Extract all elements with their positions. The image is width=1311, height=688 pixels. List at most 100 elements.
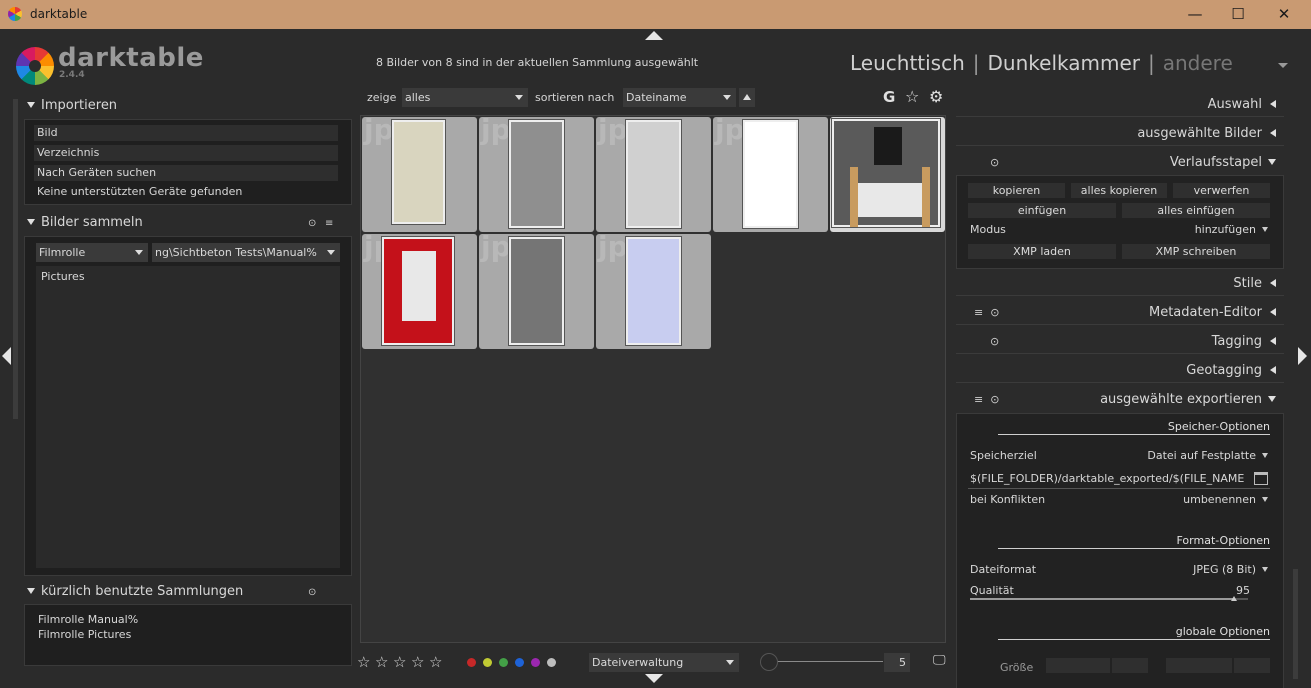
layout-select[interactable]: Dateiverwaltung xyxy=(589,653,739,672)
sort-select[interactable]: Dateiname xyxy=(623,88,736,107)
max-width-spin[interactable] xyxy=(1112,658,1148,673)
select-title: Auswahl xyxy=(1207,97,1262,112)
star-rating-3-icon[interactable]: ☆ xyxy=(393,653,406,671)
right-panel-toggle-icon[interactable] xyxy=(1298,347,1307,365)
top-panel-toggle-icon[interactable] xyxy=(645,31,663,40)
color-label-icon[interactable] xyxy=(515,658,524,667)
target-storage-select[interactable]: Datei auf Festplatte xyxy=(1110,449,1268,462)
thumbnail[interactable] xyxy=(830,117,945,232)
paste-all-button[interactable]: alles einfügen xyxy=(1122,203,1270,218)
star-overlay-icon[interactable]: ☆ xyxy=(905,87,919,106)
select-module[interactable]: Auswahl xyxy=(956,93,1284,117)
mode-select[interactable]: hinzufügen xyxy=(1150,223,1268,236)
zoom-entry[interactable]: 5 xyxy=(884,653,910,672)
copy-all-button[interactable]: alles kopieren xyxy=(1071,183,1167,198)
folder-browse-icon[interactable] xyxy=(1254,472,1268,485)
star-rating-4-icon[interactable]: ☆ xyxy=(411,653,424,671)
view-switcher: Leuchttisch | Dunkelkammer | andere xyxy=(850,51,1233,75)
window-titlebar: darktable — ☐ ✕ xyxy=(0,0,1311,29)
color-label-icon[interactable] xyxy=(499,658,508,667)
reset-icon[interactable]: ⊙ xyxy=(308,218,316,229)
presets-icon[interactable]: ≡ ⊙ xyxy=(974,393,999,406)
recent-item[interactable]: Filmrolle Pictures xyxy=(38,628,131,641)
thumbnail[interactable]: jp xyxy=(479,117,594,232)
paste-button[interactable]: einfügen xyxy=(968,203,1116,218)
selected-images-module[interactable]: ausgewählte Bilder xyxy=(956,122,1284,146)
color-label-icon[interactable] xyxy=(531,658,540,667)
reset-icon[interactable]: ⊙ xyxy=(990,335,999,348)
target-storage-label: Speicherziel xyxy=(970,449,1037,462)
maximize-button[interactable]: ☐ xyxy=(1215,0,1261,29)
thumbnail-image xyxy=(626,120,681,228)
app-main: darktable 2.4.4 8 Bilder von 8 sind in d… xyxy=(0,29,1311,688)
collect-path-value: ng\Sichtbeton Tests\Manual% xyxy=(155,246,317,259)
max-width-input[interactable] xyxy=(1046,658,1110,673)
show-filter-select[interactable]: alles xyxy=(402,88,528,107)
app-icon xyxy=(8,7,22,21)
quality-slider-handle[interactable] xyxy=(1231,596,1237,601)
gear-icon[interactable]: ⚙ xyxy=(929,87,943,106)
view-dropdown-icon[interactable] xyxy=(1278,63,1288,68)
thumbnail[interactable]: jp xyxy=(596,117,711,232)
tagging-module[interactable]: ⊙ Tagging xyxy=(956,330,1284,354)
color-label-icon[interactable] xyxy=(467,658,476,667)
zoom-slider-handle[interactable] xyxy=(760,653,778,671)
import-folder-button[interactable]: Verzeichnis xyxy=(34,145,338,161)
export-path-input[interactable]: $(FILE_FOLDER)/darktable_exported/$(FILE… xyxy=(970,472,1248,485)
close-button[interactable]: ✕ xyxy=(1261,0,1307,29)
right-scrollbar[interactable] xyxy=(1293,569,1298,679)
conflict-select[interactable]: umbenennen xyxy=(1130,493,1268,506)
collect-property-select[interactable]: Filmrolle xyxy=(36,243,148,262)
discard-button[interactable]: verwerfen xyxy=(1173,183,1270,198)
import-image-button[interactable]: Bild xyxy=(34,125,338,141)
view-lighttable[interactable]: Leuchttisch xyxy=(850,51,965,75)
star-rating-1-icon[interactable]: ☆ xyxy=(357,653,370,671)
quality-slider-track[interactable] xyxy=(970,596,1248,601)
color-label-icon[interactable] xyxy=(483,658,492,667)
sort-order-button[interactable] xyxy=(739,88,755,107)
max-height-input[interactable] xyxy=(1166,658,1232,673)
copy-button[interactable]: kopieren xyxy=(968,183,1065,198)
zoom-slider-track[interactable] xyxy=(768,661,883,662)
left-panel-toggle-icon[interactable] xyxy=(2,347,11,365)
history-module-header[interactable]: ⊙ Verlaufsstapel xyxy=(956,151,1284,175)
styles-module[interactable]: Stile xyxy=(956,272,1284,296)
file-format-select[interactable]: JPEG (8 Bit) xyxy=(1130,563,1268,576)
metadata-module[interactable]: ≡ ⊙ Metadaten-Editor xyxy=(956,301,1284,325)
star-rating-5-icon[interactable]: ☆ xyxy=(429,653,442,671)
max-height-spin[interactable] xyxy=(1234,658,1270,673)
selection-info: 8 Bilder von 8 sind in der aktuellen Sam… xyxy=(376,56,699,69)
collect-header[interactable]: Bilder sammeln xyxy=(27,215,143,230)
thumbnail[interactable]: jp xyxy=(713,117,828,232)
reset-icon[interactable]: ⊙ xyxy=(308,587,316,598)
thumbnail-image xyxy=(382,237,454,345)
color-label-icon[interactable] xyxy=(547,658,556,667)
thumbnail[interactable]: jp xyxy=(362,117,477,232)
collect-path-input[interactable]: ng\Sichtbeton Tests\Manual% xyxy=(152,243,340,262)
view-darkroom[interactable]: Dunkelkammer xyxy=(988,51,1140,75)
export-module-header[interactable]: ≡ ⊙ ausgewählte exportieren xyxy=(956,388,1284,412)
import-header[interactable]: Importieren xyxy=(27,98,117,113)
reset-icon[interactable]: ⊙ xyxy=(990,156,999,169)
minimize-button[interactable]: — xyxy=(1172,0,1218,29)
geotagging-module[interactable]: Geotagging xyxy=(956,359,1284,383)
presets-icon[interactable]: ≡ ⊙ xyxy=(974,306,999,319)
collect-list xyxy=(36,266,340,568)
thumbnail[interactable]: jp xyxy=(479,234,594,349)
load-xmp-button[interactable]: XMP laden xyxy=(968,244,1116,259)
presets-icon[interactable]: ≡ xyxy=(325,218,333,229)
recent-item[interactable]: Filmrolle Manual% xyxy=(38,613,138,626)
collect-list-item[interactable]: Pictures xyxy=(41,270,85,283)
view-other[interactable]: andere xyxy=(1163,51,1233,75)
star-rating-2-icon[interactable]: ☆ xyxy=(375,653,388,671)
write-xmp-button[interactable]: XMP schreiben xyxy=(1122,244,1270,259)
thumbnail[interactable]: jp xyxy=(362,234,477,349)
grouping-icon[interactable]: G xyxy=(883,88,895,106)
display-profile-icon[interactable]: 🖵 xyxy=(933,653,946,668)
thumbnail[interactable]: jp xyxy=(596,234,711,349)
mode-label: Modus xyxy=(970,223,1006,236)
left-scrollbar[interactable] xyxy=(13,99,18,419)
scan-devices-button[interactable]: Nach Geräten suchen xyxy=(34,165,338,181)
recent-header[interactable]: kürzlich benutzte Sammlungen xyxy=(27,584,243,599)
bottom-panel-toggle-icon[interactable] xyxy=(645,674,663,683)
